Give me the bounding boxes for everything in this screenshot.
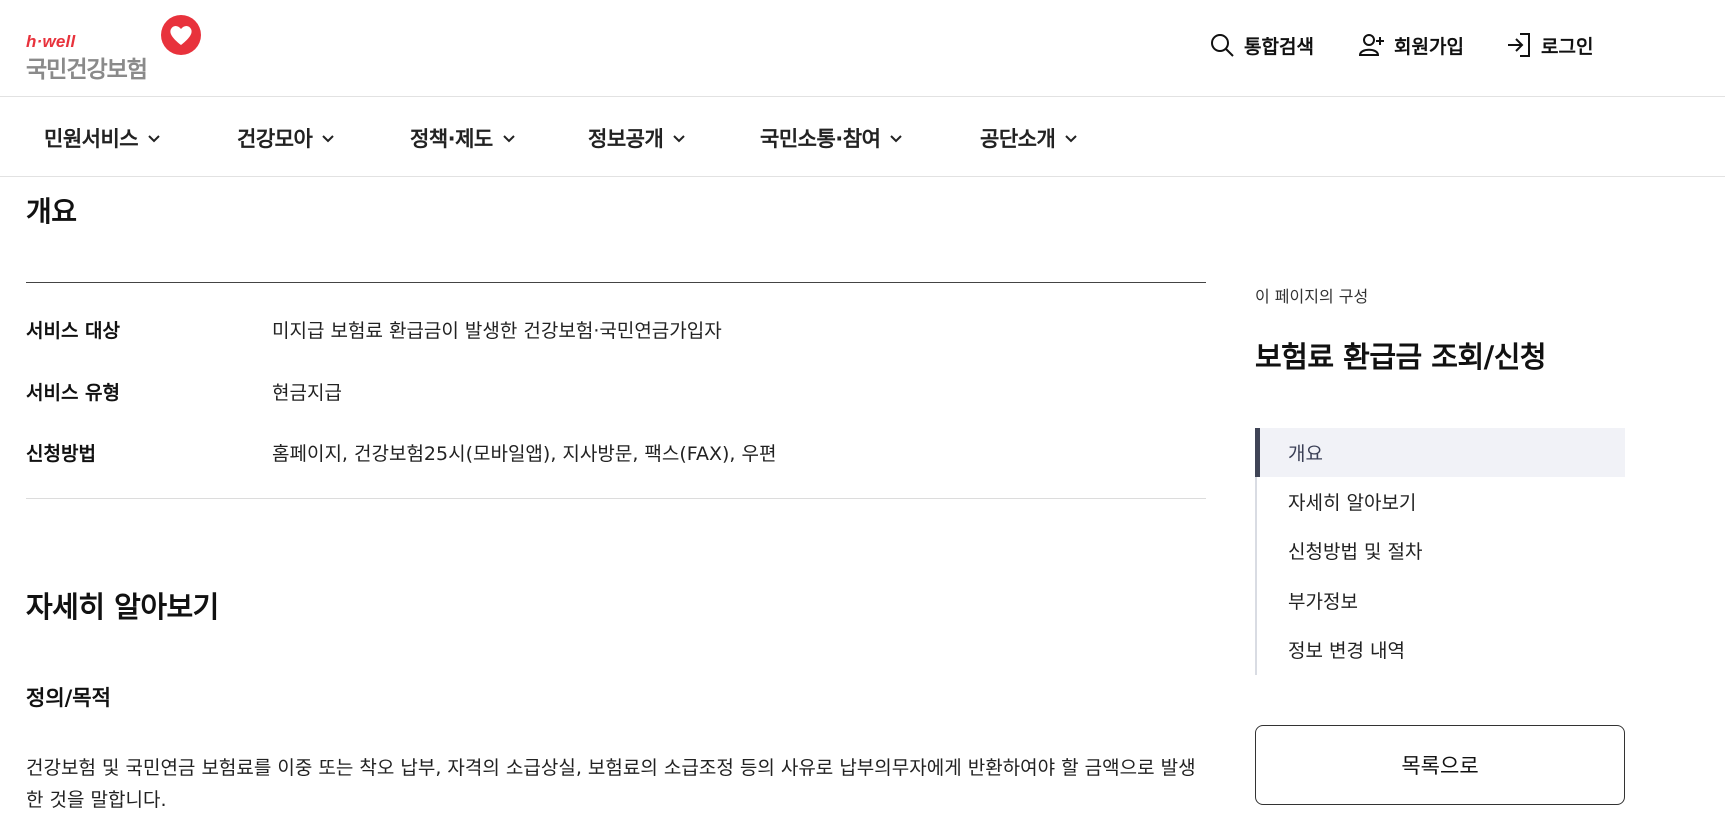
nav-item-policy[interactable]: 정책·제도 xyxy=(410,123,517,153)
toc-item-detail[interactable]: 자세히 알아보기 xyxy=(1257,477,1627,526)
back-to-list-button[interactable]: 목록으로 xyxy=(1255,725,1625,805)
chevron-down-icon xyxy=(673,135,685,143)
toc-page-title: 보험료 환급금 조회/신청 xyxy=(1255,340,1547,374)
join-label: 회원가입 xyxy=(1394,35,1464,58)
chevron-down-icon xyxy=(1065,135,1077,143)
overview-heading: 개요 xyxy=(26,195,77,228)
detail-heading: 자세히 알아보기 xyxy=(26,590,219,624)
nav-item-disclosure[interactable]: 정보공개 xyxy=(588,123,687,153)
join-link[interactable]: 회원가입 xyxy=(1358,30,1464,60)
login-arrow-icon xyxy=(1508,33,1530,57)
site-header: h·well 국민건강보험 통합검색 회원가입 로그인 xyxy=(0,0,1725,97)
info-row-type: 서비스 유형 현금지급 xyxy=(26,378,1206,408)
logo-tagline: h·well xyxy=(26,32,76,51)
overview-divider-bottom xyxy=(26,498,1206,499)
info-key: 서비스 유형 xyxy=(26,382,121,404)
info-key: 서비스 대상 xyxy=(26,320,121,342)
info-row-target: 서비스 대상 미지급 보험료 환급금이 발생한 건강보험·국민연금가입자 xyxy=(26,316,1206,346)
chevron-down-icon xyxy=(503,135,515,143)
toc-item-extra-info[interactable]: 부가정보 xyxy=(1257,576,1627,625)
toc-item-change-history[interactable]: 정보 변경 내역 xyxy=(1257,625,1627,674)
chevron-down-icon xyxy=(148,135,160,143)
chevron-down-icon xyxy=(890,135,903,143)
info-key: 신청방법 xyxy=(26,443,96,465)
nav-item-label: 정책·제도 xyxy=(410,127,493,151)
definition-text: 건강보험 및 국민연금 보험료를 이중 또는 착오 납부, 자격의 소급상실, … xyxy=(26,757,1196,811)
toc-list: 개요 자세히 알아보기 신청방법 및 절차 부가정보 정보 변경 내역 xyxy=(1255,428,1625,675)
user-plus-icon xyxy=(1358,34,1384,56)
nav-item-label: 건강모아 xyxy=(237,127,313,151)
search-link[interactable]: 통합검색 xyxy=(1208,30,1314,60)
nav-item-civil-service[interactable]: 민원서비스 xyxy=(44,123,162,153)
toc-item-procedure[interactable]: 신청방법 및 절차 xyxy=(1257,526,1627,575)
search-label: 통합검색 xyxy=(1244,35,1314,58)
info-value: 홈페이지, 건강보험25시(모바일앱), 지사방문, 팩스(FAX), 우편 xyxy=(272,443,777,465)
toc-caption: 이 페이지의 구성 xyxy=(1255,287,1369,306)
nav-item-participation[interactable]: 국민소통·참여 xyxy=(760,123,904,153)
nav-item-label: 정보공개 xyxy=(588,127,664,151)
info-value: 미지급 보험료 환급금이 발생한 건강보험·국민연금가입자 xyxy=(272,320,722,342)
nav-item-label: 공단소개 xyxy=(980,127,1056,151)
login-link[interactable]: 로그인 xyxy=(1505,30,1593,60)
main-nav: 민원서비스 건강모아 정책·제도 정보공개 국민소통·참여 공단소개 xyxy=(0,97,1725,177)
nav-item-health-moa[interactable]: 건강모아 xyxy=(237,123,336,153)
info-value: 현금지급 xyxy=(272,382,342,404)
toc-item-overview[interactable]: 개요 xyxy=(1255,428,1625,477)
nav-item-about[interactable]: 공단소개 xyxy=(980,123,1079,153)
heart-logo-icon xyxy=(161,15,201,55)
overview-divider-top xyxy=(26,282,1206,283)
definition-heading: 정의/목적 xyxy=(26,686,111,710)
login-label: 로그인 xyxy=(1541,35,1594,58)
search-icon xyxy=(1211,34,1234,57)
chevron-down-icon xyxy=(322,135,334,143)
nav-item-label: 국민소통·참여 xyxy=(760,127,881,151)
site-logo[interactable]: h·well 국민건강보험 xyxy=(26,14,206,83)
info-row-method: 신청방법 홈페이지, 건강보험25시(모바일앱), 지사방문, 팩스(FAX),… xyxy=(26,439,1206,469)
nav-item-label: 민원서비스 xyxy=(44,127,139,151)
logo-name: 국민건강보험 xyxy=(26,57,148,83)
